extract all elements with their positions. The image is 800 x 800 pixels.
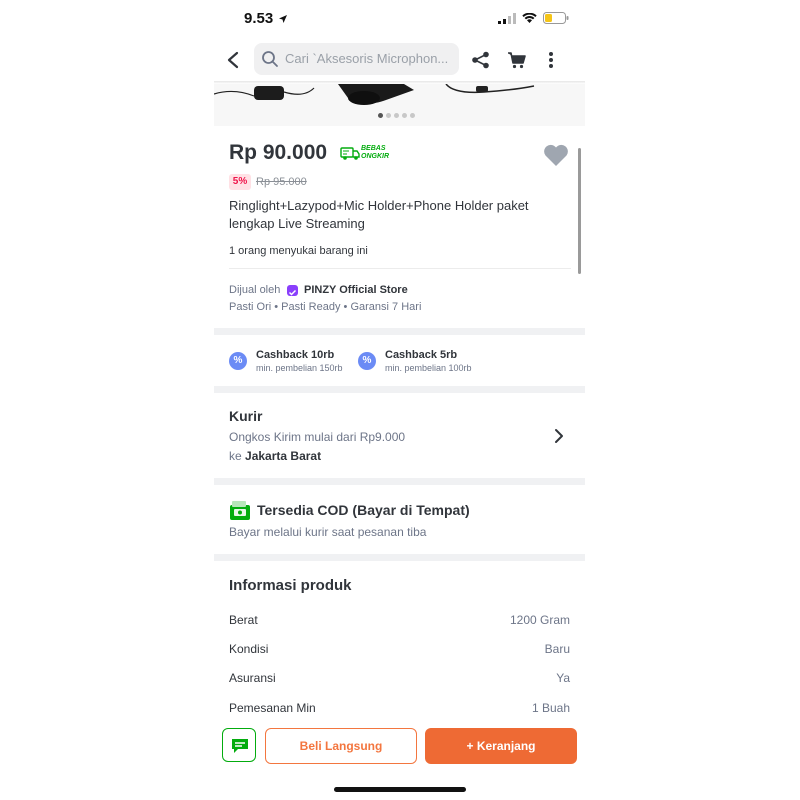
- more-options-icon[interactable]: [547, 51, 555, 69]
- shipping-destination: ke Jakarta Barat: [229, 449, 321, 463]
- discount-badge: 5%: [229, 174, 251, 190]
- product-image-carousel[interactable]: [213, 83, 585, 126]
- search-placeholder: Cari `Aksesoris Microphon...: [285, 51, 449, 66]
- product-title: Ringlight+Lazypod+Mic Holder+Phone Holde…: [229, 198, 529, 231]
- carousel-dot: [402, 113, 407, 118]
- carousel-dot: [410, 113, 415, 118]
- search-icon: [262, 51, 278, 67]
- back-arrow-icon[interactable]: [226, 51, 240, 69]
- shipping-cost-text: Ongkos Kirim mulai dari Rp9.000: [229, 430, 406, 444]
- battery-icon: [543, 12, 569, 24]
- cart-icon[interactable]: [507, 51, 527, 69]
- cashback-percent-icon: %: [358, 352, 376, 370]
- carousel-dot: [386, 113, 391, 118]
- buy-now-button[interactable]: Beli Langsung: [265, 728, 417, 764]
- official-store-badge-icon: [287, 285, 298, 296]
- product-image: [213, 83, 535, 105]
- section-divider: [214, 554, 585, 561]
- seller-name[interactable]: PINZY Official Store: [304, 284, 408, 296]
- cashback-title: Cashback 10rb: [256, 349, 335, 361]
- add-to-cart-button[interactable]: + Keranjang: [425, 728, 577, 764]
- home-indicator: [334, 787, 466, 792]
- share-icon[interactable]: [471, 51, 491, 69]
- seller-label: Dijual oleh: [229, 284, 281, 296]
- cashback-subtitle: min. pembelian 100rb: [385, 363, 472, 373]
- info-value: Ya: [556, 671, 570, 685]
- info-key: Pemesanan Min: [229, 701, 316, 715]
- cod-subtitle: Bayar melalui kurir saat pesanan tiba: [229, 525, 427, 539]
- info-value: 1200 Gram: [509, 613, 570, 627]
- info-value: Baru: [544, 642, 570, 656]
- carousel-dot: [378, 113, 383, 118]
- cashback-subtitle: min. pembelian 150rb: [256, 363, 343, 373]
- likes-count: 1 orang menyukai barang ini: [229, 245, 368, 257]
- original-price: Rp 95.000: [256, 176, 307, 188]
- location-arrow-icon: [279, 15, 287, 23]
- section-divider: [214, 386, 585, 393]
- cod-title: Tersedia COD (Bayar di Tempat): [257, 502, 470, 518]
- info-value: 1 Buah: [531, 701, 570, 715]
- divider: [229, 268, 571, 269]
- scrollbar: [578, 148, 581, 274]
- chat-icon: [232, 739, 248, 753]
- courier-title: Kurir: [229, 408, 263, 424]
- feature-item: Pasti Ori: [229, 301, 272, 313]
- wishlist-heart-icon[interactable]: [543, 144, 569, 167]
- status-time: 9.53: [244, 10, 274, 27]
- wifi-icon: [522, 12, 537, 23]
- cashback-title: Cashback 5rb: [385, 349, 458, 361]
- chat-button[interactable]: [222, 728, 256, 762]
- feature-item: Pasti Ready: [281, 301, 341, 313]
- cashback-percent-icon: %: [229, 352, 247, 370]
- info-key: Kondisi: [229, 642, 269, 656]
- section-divider: [214, 328, 585, 335]
- cod-wallet-icon: [230, 501, 250, 520]
- carousel-indicator: [378, 113, 415, 118]
- chevron-right-icon[interactable]: [552, 427, 566, 445]
- seller-features: Pasti Ori • Pasti Ready • Garansi 7 Hari: [229, 301, 421, 313]
- product-price: Rp 90.000: [229, 141, 328, 164]
- section-divider: [214, 478, 585, 485]
- destination-city: Jakarta Barat: [245, 449, 322, 463]
- product-info-title: Informasi produk: [229, 577, 352, 594]
- feature-item: Garansi 7 Hari: [350, 301, 422, 313]
- destination-prefix: ke: [229, 449, 242, 463]
- signal-icon: [498, 12, 516, 24]
- carousel-dot: [394, 113, 399, 118]
- status-icons: [498, 12, 569, 24]
- info-key: Asuransi: [229, 671, 276, 685]
- free-shipping-text: BEBAS ONGKIR: [361, 145, 389, 160]
- info-key: Berat: [229, 613, 258, 627]
- free-shipping-badge: BEBAS ONGKIR: [340, 144, 402, 167]
